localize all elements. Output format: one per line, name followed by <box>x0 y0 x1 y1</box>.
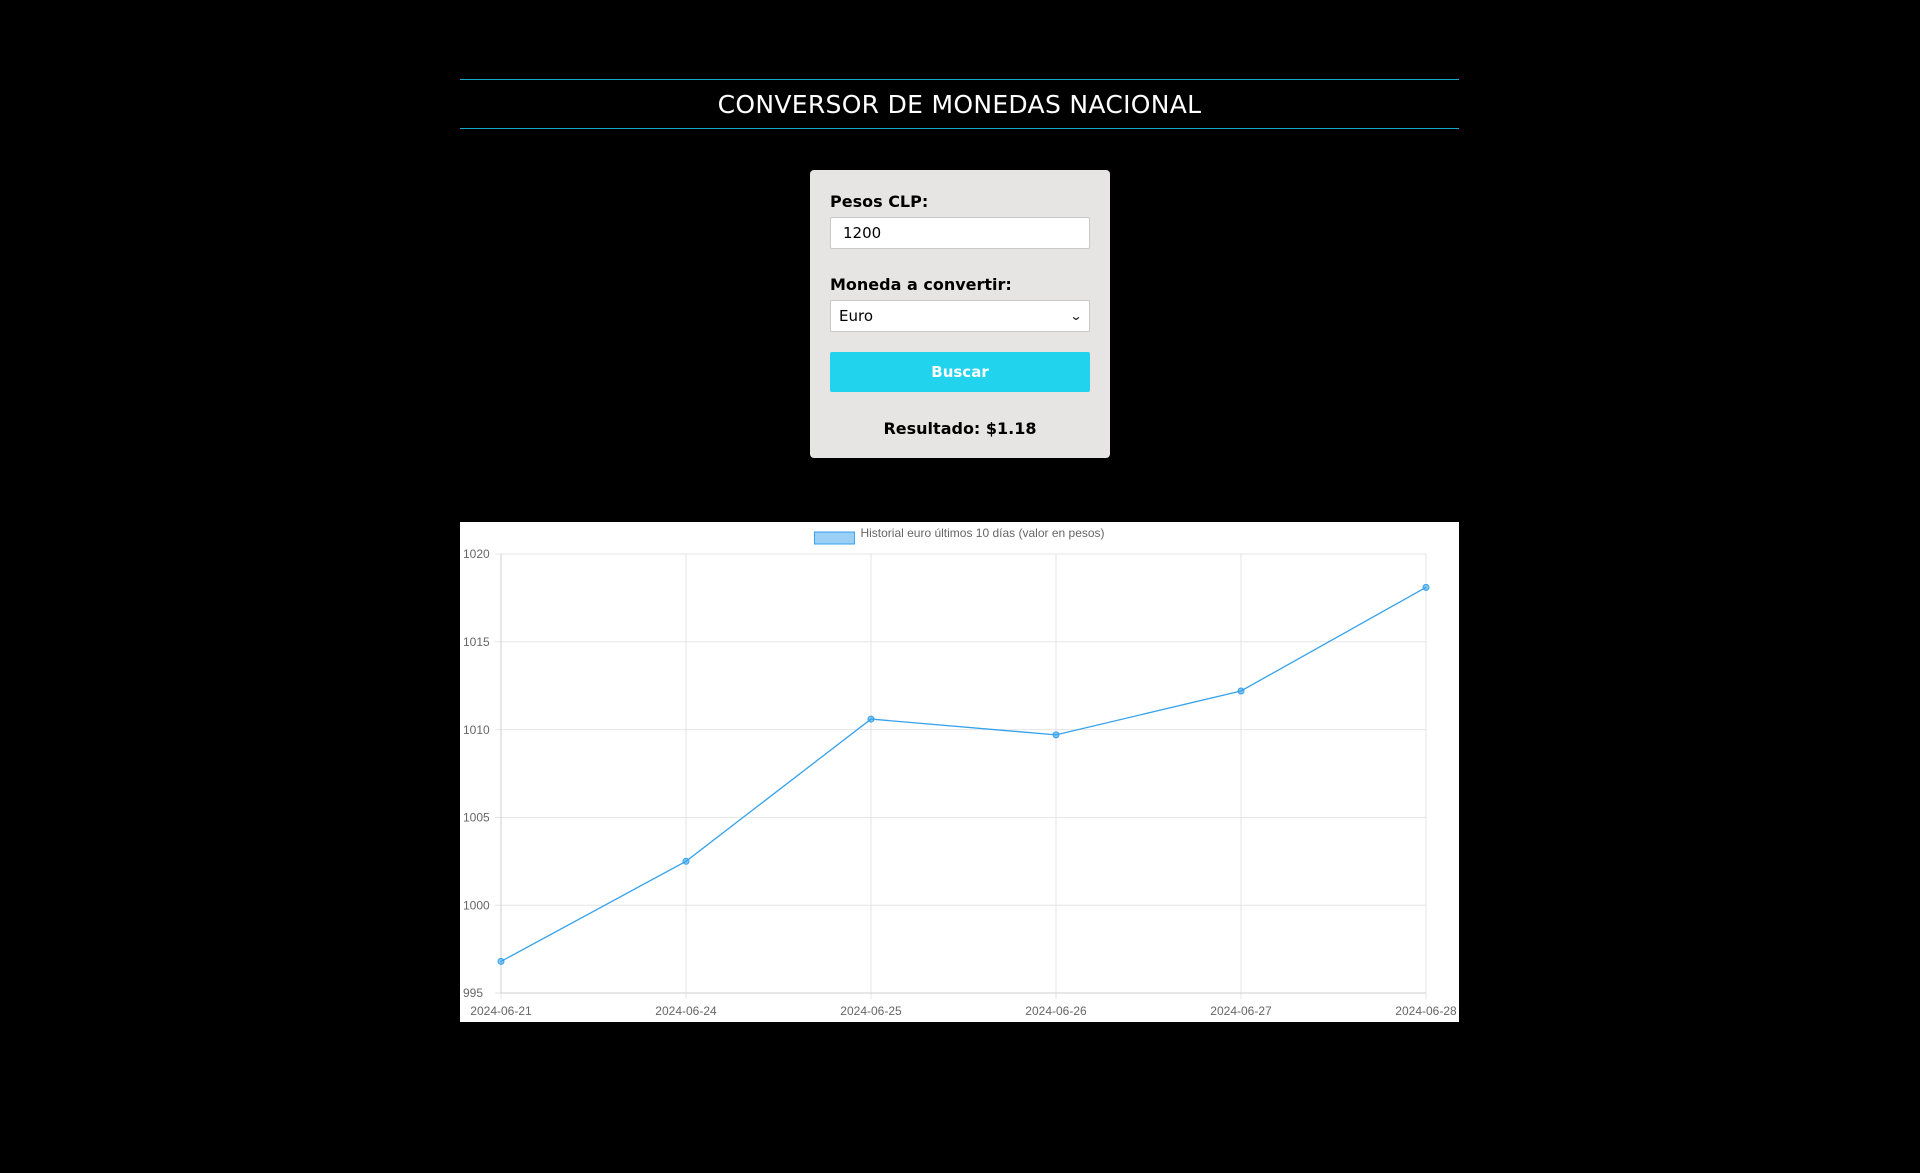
history-chart: Historial euro últimos 10 días (valor en… <box>460 522 1459 1022</box>
data-point <box>1052 731 1060 739</box>
x-tick-label: 2024-06-27 <box>1210 1004 1272 1018</box>
y-tick-label: 1010 <box>463 723 490 737</box>
amount-input[interactable]: 1200 <box>830 217 1090 249</box>
data-point <box>682 857 690 865</box>
amount-label: Pesos CLP: <box>830 192 929 211</box>
legend-swatch <box>813 531 855 545</box>
x-tick-label: 2024-06-24 <box>655 1004 717 1018</box>
y-tick-label: 995 <box>463 986 483 1000</box>
chevron-down-icon: ⌄ <box>1069 309 1083 323</box>
y-tick-label: 1005 <box>463 811 490 825</box>
data-point <box>867 715 875 723</box>
data-point <box>1237 687 1245 695</box>
x-tick-label: 2024-06-26 <box>1025 1004 1087 1018</box>
x-tick-label: 2024-06-25 <box>840 1004 902 1018</box>
header-bar: CONVERSOR DE MONEDAS NACIONAL <box>460 79 1459 129</box>
x-tick-label: 2024-06-28 <box>1395 1004 1457 1018</box>
y-tick-label: 1015 <box>463 635 490 649</box>
currency-select[interactable]: Euro ⌄ <box>830 300 1090 332</box>
search-button[interactable]: Buscar <box>830 352 1090 392</box>
data-point <box>497 957 505 965</box>
y-tick-label: 1020 <box>463 547 490 561</box>
currency-selected-value: Euro <box>839 307 873 325</box>
legend-label: Historial euro últimos 10 días (valor en… <box>860 526 1104 540</box>
page-title: CONVERSOR DE MONEDAS NACIONAL <box>717 89 1202 119</box>
x-tick-label: 2024-06-21 <box>470 1004 532 1018</box>
data-point <box>1422 583 1430 591</box>
result-text: Resultado: $1.18 <box>883 419 1037 438</box>
converter-form: Pesos CLP: 1200 Moneda a convertir: Euro… <box>810 170 1110 458</box>
y-tick-label: 1000 <box>463 898 490 912</box>
chart-svg: Historial euro últimos 10 días (valor en… <box>463 526 1457 1018</box>
page: CONVERSOR DE MONEDAS NACIONAL Pesos CLP:… <box>0 0 1920 1173</box>
currency-label: Moneda a convertir: <box>830 275 1012 294</box>
